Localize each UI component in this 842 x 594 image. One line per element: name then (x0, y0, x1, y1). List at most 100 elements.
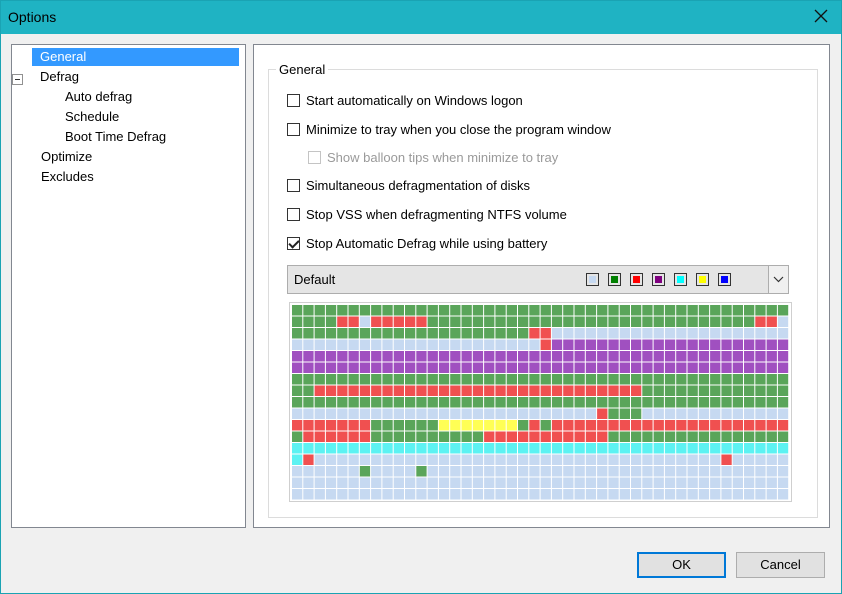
cluster-block (337, 443, 348, 454)
cluster-block (405, 316, 416, 327)
cluster-block (393, 489, 404, 500)
cluster-block (472, 443, 484, 454)
cluster-block (472, 339, 484, 350)
start-on-logon-option[interactable]: Start automatically on Windows logon (287, 91, 523, 109)
cluster-block (325, 385, 337, 396)
cancel-button[interactable]: Cancel (736, 552, 825, 578)
cluster-block (484, 374, 495, 385)
cluster-block (405, 466, 416, 477)
stop-vss-checkbox[interactable] (287, 207, 300, 221)
cluster-block (393, 362, 404, 373)
cluster-block (563, 408, 574, 419)
cluster-block (664, 477, 676, 488)
tree-item-general[interactable]: General (32, 48, 239, 66)
cluster-block (631, 466, 642, 477)
cluster-block (506, 397, 517, 408)
cluster-block (766, 431, 777, 442)
cluster-block (631, 305, 642, 316)
cluster-block (551, 362, 563, 373)
collapse-icon[interactable] (12, 74, 23, 85)
cluster-block (405, 477, 416, 488)
cluster-block (574, 374, 585, 385)
tree-item-optimize[interactable]: Optimize (41, 148, 92, 166)
simultaneous-defrag-option[interactable]: Simultaneous defragmentation of disks (287, 176, 530, 194)
cluster-block (755, 385, 766, 396)
cluster-block (585, 316, 597, 327)
cluster-block (450, 420, 461, 431)
cluster-block (314, 339, 325, 350)
cluster-block (529, 328, 540, 339)
cluster-block (732, 397, 743, 408)
cluster-block (631, 362, 642, 373)
cluster-block (732, 420, 743, 431)
cluster-block (619, 305, 630, 316)
stop-vss-option[interactable]: Stop VSS when defragmenting NTFS volume (287, 205, 567, 223)
cluster-block (585, 328, 597, 339)
tree-item-excludes[interactable]: Excludes (41, 168, 94, 186)
cluster-block (540, 420, 551, 431)
cluster-block (687, 362, 698, 373)
cluster-block (393, 351, 404, 362)
tree-item-defrag[interactable]: Defrag (40, 68, 79, 86)
ok-button[interactable]: OK (637, 552, 726, 578)
cluster-block (472, 397, 484, 408)
settings-tree[interactable] (11, 44, 246, 528)
cluster-block (642, 420, 653, 431)
simultaneous-defrag-checkbox[interactable] (287, 178, 300, 192)
cluster-block (698, 397, 710, 408)
tree-item-schedule[interactable]: Schedule (65, 108, 119, 126)
cluster-block (698, 489, 710, 500)
cluster-block (755, 351, 766, 362)
cluster-block (698, 385, 710, 396)
cluster-block (608, 443, 619, 454)
cluster-block (563, 431, 574, 442)
cluster-block (585, 385, 597, 396)
tree-item-auto-defrag[interactable]: Auto defrag (65, 88, 132, 106)
cluster-block (744, 489, 755, 500)
cluster-block (484, 489, 495, 500)
cluster-block (653, 316, 664, 327)
cluster-block (382, 305, 393, 316)
cluster-block (314, 454, 325, 465)
cluster-block (710, 397, 721, 408)
cluster-block (653, 420, 664, 431)
close-icon[interactable] (807, 3, 835, 31)
cluster-block (382, 443, 393, 454)
option-label: Stop VSS when defragmenting NTFS volume (306, 206, 567, 222)
cluster-block (710, 420, 721, 431)
cluster-block (303, 454, 314, 465)
cluster-block (755, 477, 766, 488)
cluster-block (314, 477, 325, 488)
cluster-block (619, 362, 630, 373)
stop-on-battery-option[interactable]: Stop Automatic Defrag while using batter… (287, 234, 547, 252)
dropdown-button[interactable] (768, 266, 788, 293)
cluster-block (755, 466, 766, 477)
cluster-block (540, 362, 551, 373)
cluster-block (506, 443, 517, 454)
cluster-block (710, 443, 721, 454)
start-on-logon-checkbox[interactable] (287, 93, 300, 107)
title-bar[interactable]: Options (1, 1, 841, 34)
minimize-to-tray-checkbox[interactable] (287, 122, 300, 136)
option-label: Minimize to tray when you close the prog… (306, 121, 611, 137)
cluster-block (495, 454, 506, 465)
cluster-map-grid (292, 305, 789, 500)
tree-item-boot-time-defrag[interactable]: Boot Time Defrag (65, 128, 166, 146)
tree-item-label: Auto defrag (65, 89, 133, 104)
cluster-block (551, 466, 563, 477)
cluster-block (585, 477, 597, 488)
cluster-block (698, 362, 710, 373)
cluster-block (518, 466, 529, 477)
cluster-block (631, 443, 642, 454)
color-scheme-dropdown[interactable]: Default (287, 265, 789, 294)
cluster-block (676, 351, 687, 362)
minimize-to-tray-option[interactable]: Minimize to tray when you close the prog… (287, 120, 611, 138)
cluster-block (382, 351, 393, 362)
stop-on-battery-checkbox[interactable] (287, 236, 300, 250)
cluster-block (393, 477, 404, 488)
cluster-block (551, 443, 563, 454)
cluster-block (337, 397, 348, 408)
cluster-block (427, 316, 438, 327)
cluster-block (427, 385, 438, 396)
cluster-block (608, 420, 619, 431)
